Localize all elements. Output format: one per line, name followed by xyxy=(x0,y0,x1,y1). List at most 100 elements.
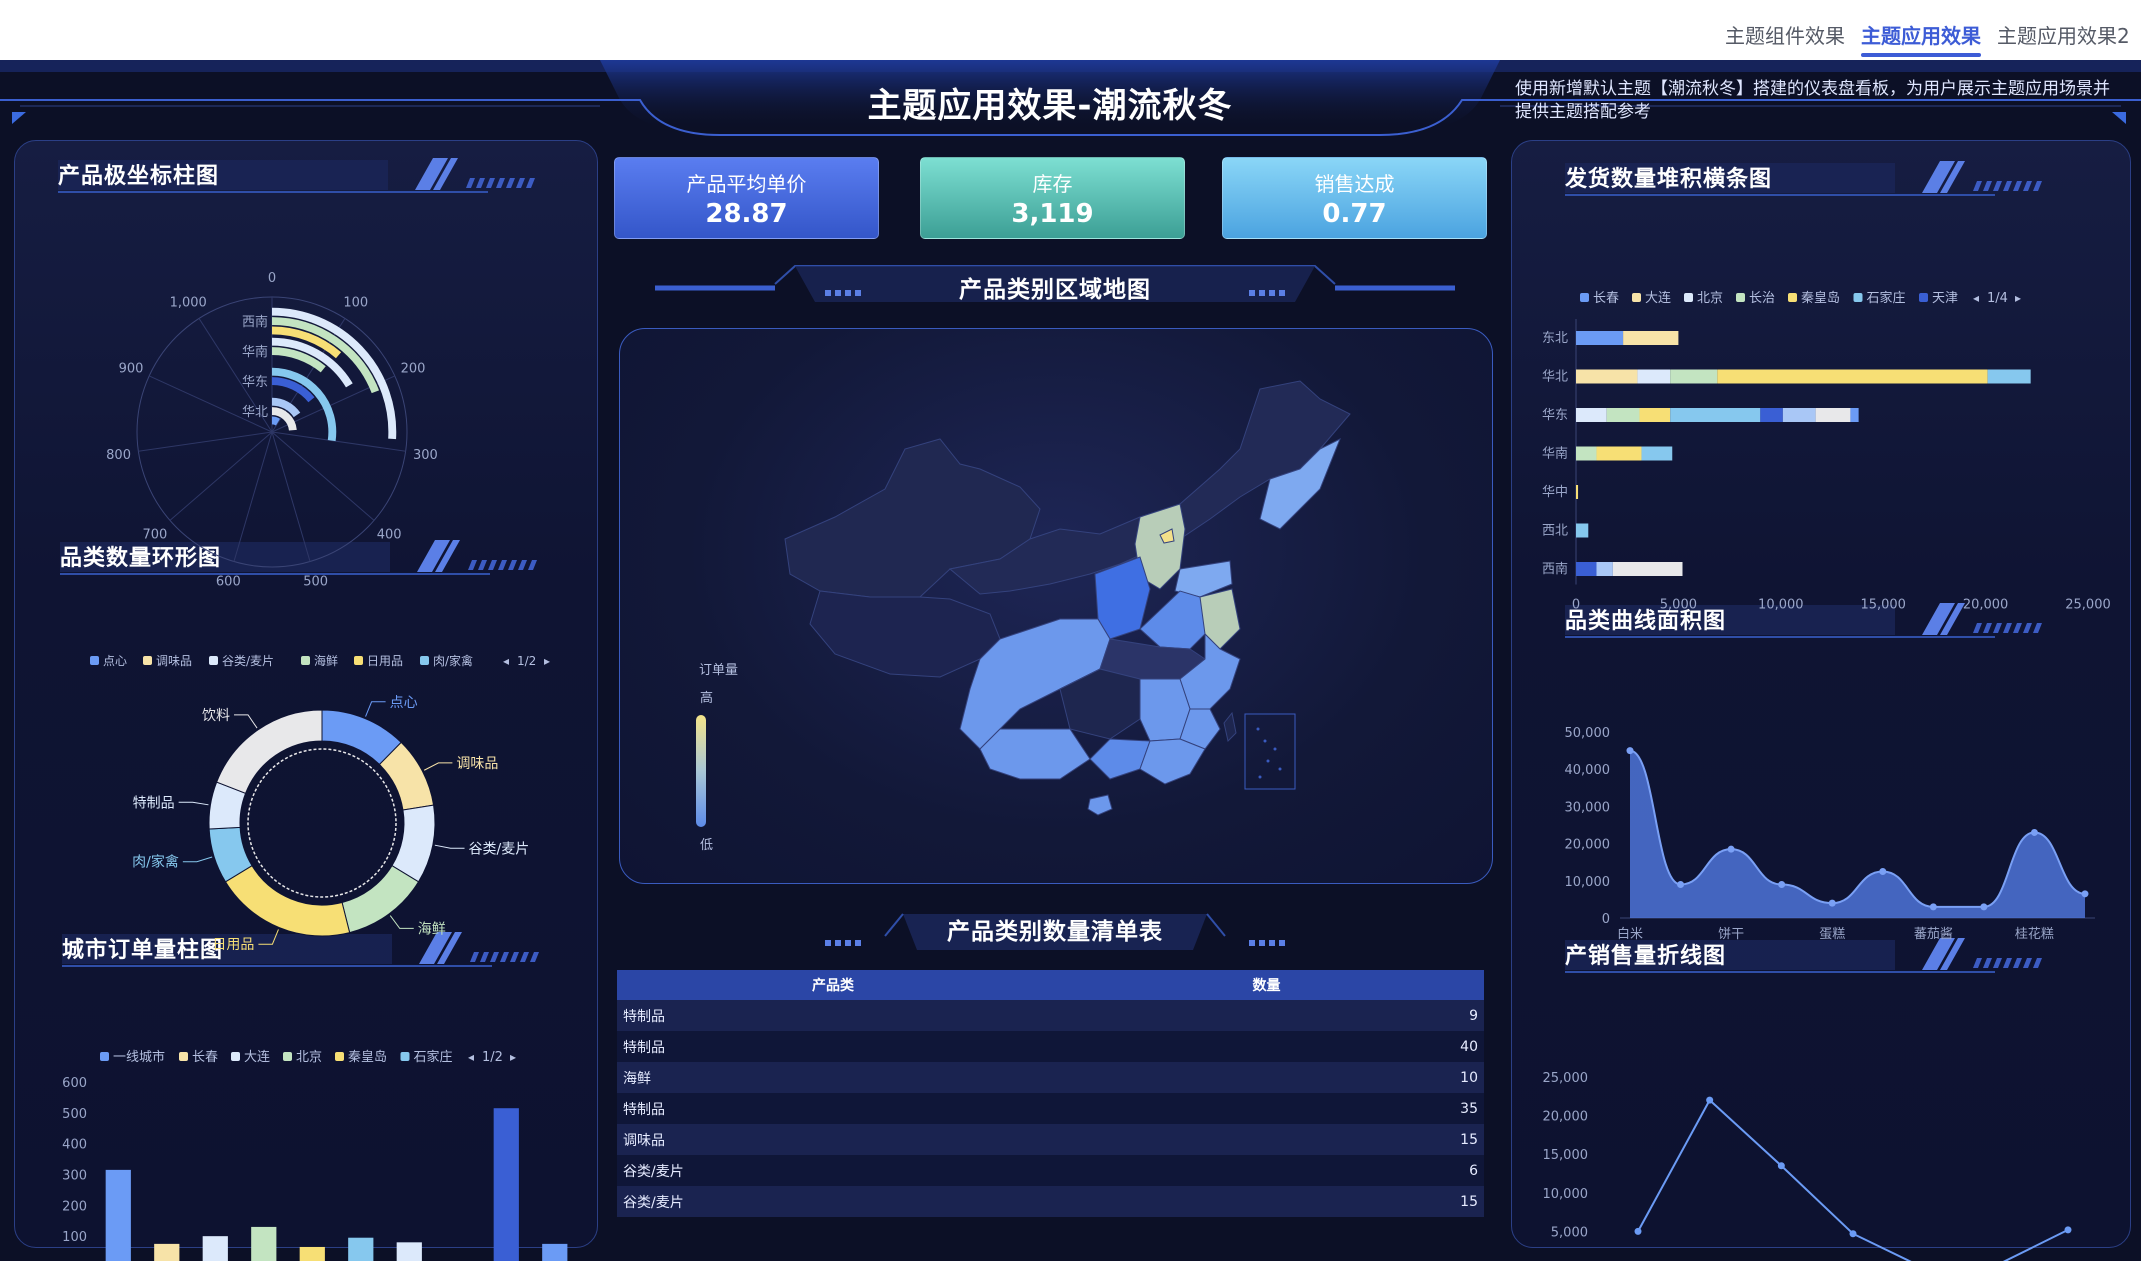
map-region-guangxi[interactable] xyxy=(1089,738,1151,780)
tab-theme-components[interactable]: 主题组件效果 xyxy=(1725,20,1845,49)
x-tick-label: 桂花糕 xyxy=(2015,926,2054,942)
area-point xyxy=(1626,747,1634,755)
stacked-bar-segment xyxy=(1576,446,1597,461)
polar-bar-chart[interactable]: 01002003004005006007008009001,000西南华南华东华… xyxy=(100,210,460,590)
table-row[interactable]: 谷类/麦片 6 xyxy=(617,1155,1484,1186)
tab-theme-application-2[interactable]: 主题应用效果2 xyxy=(1997,20,2130,49)
legend-label: 长春 xyxy=(1593,291,1619,306)
cell-quantity: 6 xyxy=(1469,1162,1478,1179)
legend-label: 点心 xyxy=(103,654,127,668)
polar-angle-tick: 0 xyxy=(268,271,276,286)
table-row[interactable]: 谷类/麦片 15 xyxy=(617,1186,1484,1217)
table-header-quantity[interactable]: 数量 xyxy=(1049,975,1484,995)
y-tick-label: 600 xyxy=(62,1076,87,1091)
y-tick-label: 华东 xyxy=(1542,408,1568,423)
y-tick-label: 200 xyxy=(62,1199,87,1214)
donut-leader-line xyxy=(434,844,465,849)
stacked-bar-segment xyxy=(1606,408,1640,422)
tab-theme-application[interactable]: 主题应用效果 xyxy=(1861,20,1981,57)
city-bar xyxy=(202,1236,228,1261)
x-tick-label: 10,000 xyxy=(1758,598,1804,613)
stacked-bar-segment xyxy=(1612,562,1683,576)
kpi-label: 库存 xyxy=(1032,172,1073,196)
series-point xyxy=(1849,1230,1857,1238)
title-tick xyxy=(1973,181,1982,191)
area-point xyxy=(1980,903,1988,911)
polar-angle-tick: 800 xyxy=(106,448,131,463)
cell-category: 特制品 xyxy=(623,1008,665,1025)
polar-category-label: 华南 xyxy=(242,344,268,360)
x-tick-label: 25,000 xyxy=(2065,598,2111,613)
map-region-guangdong[interactable] xyxy=(1139,738,1206,785)
polar-spoke xyxy=(271,431,375,521)
stacked-bar-segment xyxy=(1670,369,1718,384)
stacked-bar-segment xyxy=(1576,562,1597,576)
legend-label: 日用品 xyxy=(367,654,403,668)
donut-inner-ring xyxy=(247,748,397,898)
table-row[interactable]: 特制品 9 xyxy=(617,1000,1484,1031)
x-tick-label: 0 xyxy=(1572,598,1580,613)
cell-quantity: 9 xyxy=(1469,1007,1478,1024)
cell-quantity: 40 xyxy=(1460,1038,1478,1055)
donut-slice-label: 海鲜 xyxy=(418,921,446,937)
polar-angle-tick: 100 xyxy=(343,296,368,311)
legend-label: 秦皇岛 xyxy=(1801,290,1840,306)
title-tick xyxy=(2013,958,2022,968)
map-region-tibet[interactable] xyxy=(809,590,1001,678)
table-body: 特制品 9 特制品 40 海鲜 10 特制品 35 调味品 15 谷类/麦片 6 谷类/麦片… xyxy=(617,1000,1484,1217)
dashboard-canvas: 主题应用效果-潮流秋冬 使用新增默认主题【潮流秋冬】搭建的仪表盘看板，为用户展示… xyxy=(0,60,2141,1261)
polar-angle-tick: 300 xyxy=(413,448,438,463)
area-point xyxy=(1879,868,1887,875)
map-legend-gradient[interactable] xyxy=(696,715,706,827)
title-tick xyxy=(476,178,485,188)
area-fill xyxy=(1630,750,2085,918)
map-region-henan[interactable] xyxy=(1139,590,1211,650)
table-row[interactable]: 海鲜 10 xyxy=(617,1062,1484,1093)
map-region-hainan[interactable] xyxy=(1087,794,1113,816)
table-row[interactable]: 特制品 40 xyxy=(617,1031,1484,1062)
shipping-chart-title: 发货数量堆积横条图 xyxy=(1565,167,1773,192)
city-bar xyxy=(348,1237,374,1261)
legend-prev-icon: ◂ xyxy=(468,1050,474,1064)
title-tick xyxy=(518,560,527,570)
kpi-label: 产品平均单价 xyxy=(686,172,807,196)
legend-swatch xyxy=(90,656,99,665)
title-tick xyxy=(480,952,489,962)
china-map[interactable]: 订单量 高 低 xyxy=(620,329,1494,885)
series-point xyxy=(1634,1227,1642,1235)
legend-page: 1/2 xyxy=(482,1050,503,1065)
y-tick-label: 10,000 xyxy=(1543,1187,1589,1202)
cell-quantity: 35 xyxy=(1460,1100,1478,1117)
donut-slice-label: 日用品 xyxy=(212,937,254,950)
dashboard-description: 使用新增默认主题【潮流秋冬】搭建的仪表盘看板，为用户展示主题应用场景并提供主题搭… xyxy=(1515,79,2110,122)
stacked-bar-segment xyxy=(1641,446,1673,461)
city-bar xyxy=(542,1243,568,1261)
area-point xyxy=(1778,881,1786,889)
title-tick xyxy=(1993,181,2002,191)
title-tick xyxy=(508,560,517,570)
south-china-sea-inset xyxy=(1244,713,1296,790)
title-tick xyxy=(2003,958,2012,968)
category-donut-chart[interactable]: 点心 调味品 谷类/麦片 海鲜 日用品 肉/家禽 ◂ 1/2 ▸点心调味品谷类/麦片海鲜日用品肉… xyxy=(60,580,580,950)
table-header-category[interactable]: 产品类 xyxy=(617,975,1049,995)
cell-category: 海鲜 xyxy=(623,1070,651,1087)
city-orders-bar-chart[interactable]: 一线城市长春大连北京秦皇岛石家庄◂1/2▸0100200300400500600… xyxy=(50,970,590,1261)
table-row[interactable]: 调味品 15 xyxy=(617,1124,1484,1155)
table-row[interactable]: 特制品 35 xyxy=(617,1093,1484,1124)
legend-prev-icon: ◂ xyxy=(503,654,509,668)
category-area-chart[interactable]: 0 10,000 20,000 30,000 40,000 50,000 白米 饼干 蛋糕 蕃茄酱… xyxy=(1540,650,2120,950)
map-provinces[interactable] xyxy=(784,380,1351,816)
legend-swatch xyxy=(301,656,310,665)
sales-line-chart[interactable]: 05,00010,00015,00020,00025,000东北华北华东华南华中… xyxy=(1540,985,2120,1261)
polar-bar xyxy=(271,416,281,426)
donut-leader-line xyxy=(258,929,279,945)
legend-label: 长春 xyxy=(192,1050,218,1065)
city-bar xyxy=(154,1243,180,1261)
y-tick-label: 500 xyxy=(62,1107,87,1122)
map-region-taiwan[interactable] xyxy=(1223,711,1237,742)
donut-slice-label: 饮料 xyxy=(202,708,230,724)
map-region-yunnan[interactable] xyxy=(979,728,1091,780)
y-tick-label: 15,000 xyxy=(1543,1148,1589,1163)
shipping-stacked-bar-chart[interactable]: 长春 大连 北京 长治 秦皇岛 石家庄 天津 ◂ 1/4 ▸ 0 5,000 10,000 15,000 2… xyxy=(1540,215,2120,635)
polar-category-label: 华东 xyxy=(242,375,268,390)
